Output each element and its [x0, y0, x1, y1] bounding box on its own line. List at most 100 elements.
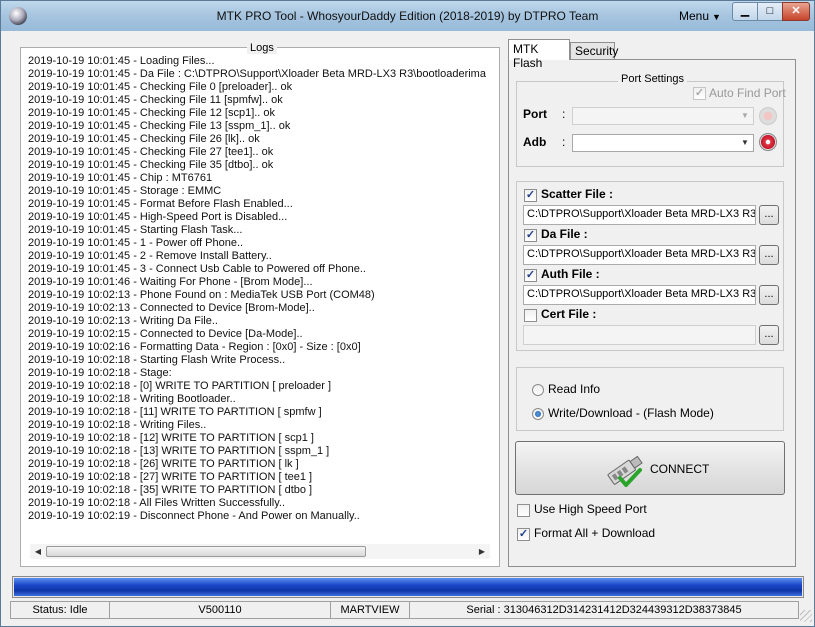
format-all-checkbox[interactable]: ✓	[517, 528, 530, 541]
serial-number: Serial : 313046312D314231412D324439312D3…	[409, 601, 799, 619]
log-line: 2019-10-19 10:02:15 - Connected to Devic…	[28, 328, 303, 340]
log-line: 2019-10-19 10:02:18 - [0] WRITE TO PARTI…	[28, 380, 332, 392]
device-name: MARTVIEW	[330, 601, 410, 619]
title-bar[interactable]: MTK PRO Tool - WhosyourDaddy Edition (20…	[1, 1, 814, 31]
port-label: Port	[523, 107, 547, 121]
log-line: 2019-10-19 10:01:45 - Chip : MT6761	[28, 172, 213, 184]
log-line: 2019-10-19 10:01:46 - Waiting For Phone …	[28, 276, 313, 288]
da-file-path[interactable]: C:\DTPRO\Support\Xloader Beta MRD-LX3 R3	[523, 245, 756, 265]
log-line: 2019-10-19 10:02:16 - Formatting Data - …	[28, 341, 361, 353]
da-browse-button[interactable]: ...	[759, 245, 779, 265]
scatter-file-checkbox[interactable]: ✓	[524, 189, 537, 202]
resize-grip-icon[interactable]	[800, 610, 812, 622]
auth-file-checkbox[interactable]: ✓	[524, 269, 537, 282]
log-line: 2019-10-19 10:02:13 - Phone Found on : M…	[28, 289, 375, 301]
logs-list[interactable]: 2019-10-19 10:01:45 - Loading Files... 20…	[28, 55, 490, 535]
scatter-browse-button[interactable]: ...	[759, 205, 779, 225]
log-line: 2019-10-19 10:02:18 - [27] WRITE TO PART…	[28, 471, 313, 483]
minimize-button[interactable]: ▁	[732, 2, 758, 21]
adb-select[interactable]: ▼	[572, 134, 754, 152]
scatter-file-path[interactable]: C:\DTPRO\Support\Xloader Beta MRD-LX3 R3	[523, 205, 756, 225]
log-line: 2019-10-19 10:01:45 - Format Before Flas…	[28, 198, 293, 210]
log-line: 2019-10-19 10:01:45 - Checking File 27 […	[28, 146, 274, 158]
log-line: 2019-10-19 10:01:45 - High-Speed Port is…	[28, 211, 288, 223]
read-info-radio[interactable]	[532, 384, 544, 396]
maximize-button[interactable]: □	[757, 2, 783, 21]
log-line: 2019-10-19 10:01:45 - Checking File 35 […	[28, 159, 274, 171]
high-speed-port-checkbox[interactable]	[517, 504, 530, 517]
scrollbar-thumb[interactable]	[46, 546, 366, 557]
usb-connect-icon	[607, 455, 643, 487]
da-file-label: Da File :	[541, 227, 588, 241]
connect-label: CONNECT	[650, 462, 710, 476]
scroll-right-icon[interactable]: ▶	[474, 544, 490, 559]
port-settings-legend: Port Settings	[618, 73, 687, 85]
log-line: 2019-10-19 10:02:18 - [35] WRITE TO PART…	[28, 484, 313, 496]
close-button[interactable]: ✕	[782, 2, 810, 21]
auth-file-label: Auth File :	[541, 267, 600, 281]
log-line: 2019-10-19 10:01:45 - Checking File 11 […	[28, 94, 283, 106]
format-all-label: Format All + Download	[534, 526, 656, 540]
write-download-radio[interactable]	[532, 408, 544, 420]
scatter-file-label: Scatter File :	[541, 187, 614, 201]
log-line: 2019-10-19 10:02:18 - [11] WRITE TO PART…	[28, 406, 322, 418]
tab-mtk-flash[interactable]: MTK Flash	[508, 39, 570, 70]
log-line: 2019-10-19 10:02:13 - Writing Da File..	[28, 315, 218, 327]
connect-button[interactable]: CONNECT	[515, 441, 785, 495]
log-line: 2019-10-19 10:02:18 - Starting Flash Wri…	[28, 354, 286, 366]
auth-file-path[interactable]: C:\DTPRO\Support\Xloader Beta MRD-LX3 R3	[523, 285, 756, 305]
version-text: V500110	[109, 601, 331, 619]
log-line: 2019-10-19 10:02:13 - Connected to Devic…	[28, 302, 315, 314]
menu-label: Menu	[679, 9, 710, 23]
log-line: 2019-10-19 10:01:45 - Storage : EMMC	[28, 185, 222, 197]
app-window: MTK PRO Tool - WhosyourDaddy Edition (20…	[0, 0, 815, 627]
adb-separator: :	[562, 135, 566, 149]
cert-browse-button[interactable]: ...	[759, 325, 779, 345]
write-download-label: Write/Download - (Flash Mode)	[548, 406, 714, 420]
log-line: 2019-10-19 10:01:45 - Checking File 26 […	[28, 133, 260, 145]
read-info-label: Read Info	[548, 382, 601, 396]
menu-button[interactable]: Menu ▼	[679, 9, 721, 23]
adb-label: Adb	[523, 135, 547, 149]
adb-refresh-button[interactable]	[759, 133, 777, 151]
auth-browse-button[interactable]: ...	[759, 285, 779, 305]
log-line: 2019-10-19 10:01:45 - Da File : C:\DTPRO…	[28, 68, 486, 80]
log-line: 2019-10-19 10:02:18 - Writing Bootloader…	[28, 393, 236, 405]
log-line: 2019-10-19 10:02:19 - Disconnect Phone -…	[28, 510, 360, 522]
mode-group	[516, 367, 784, 431]
cert-file-checkbox[interactable]	[524, 309, 537, 322]
auto-find-port-checkbox[interactable]: ✓	[693, 87, 706, 100]
log-line: 2019-10-19 10:01:45 - 2 - Remove Install…	[28, 250, 272, 262]
log-line: 2019-10-19 10:01:45 - Loading Files...	[28, 55, 215, 67]
port-refresh-button[interactable]	[759, 107, 777, 125]
cert-file-path[interactable]	[523, 325, 756, 345]
log-line: 2019-10-19 10:01:45 - Starting Flash Tas…	[28, 224, 243, 236]
high-speed-port-label: Use High Speed Port	[534, 502, 647, 516]
cert-file-label: Cert File :	[541, 307, 597, 321]
log-line: 2019-10-19 10:02:18 - Stage:	[28, 367, 172, 379]
log-line: 2019-10-19 10:02:18 - All Files Written …	[28, 497, 285, 509]
log-line: 2019-10-19 10:02:18 - Writing Files..	[28, 419, 207, 431]
port-separator: :	[562, 107, 566, 121]
log-line: 2019-10-19 10:01:45 - 1 - Power off Phon…	[28, 237, 244, 249]
log-line: 2019-10-19 10:02:18 - [26] WRITE TO PART…	[28, 458, 299, 470]
log-line: 2019-10-19 10:02:18 - [13] WRITE TO PART…	[28, 445, 330, 457]
chevron-down-icon: ▼	[712, 12, 721, 22]
log-line: 2019-10-19 10:01:45 - 3 - Connect Usb Ca…	[28, 263, 366, 275]
scroll-left-icon[interactable]: ◀	[30, 544, 46, 559]
tab-security[interactable]: Security	[570, 42, 618, 59]
logs-legend: Logs	[247, 42, 277, 54]
progress-fill	[14, 578, 802, 596]
log-line: 2019-10-19 10:01:45 - Checking File 13 […	[28, 120, 291, 132]
status-text: Status: Idle	[10, 601, 110, 619]
log-line: 2019-10-19 10:01:45 - Checking File 12 […	[28, 107, 276, 119]
chevron-down-icon: ▼	[741, 138, 749, 147]
progress-bar	[12, 576, 804, 598]
log-line: 2019-10-19 10:02:18 - [12] WRITE TO PART…	[28, 432, 314, 444]
auto-find-port-label: Auto Find Port	[709, 86, 786, 100]
chevron-down-icon: ▼	[741, 111, 749, 120]
da-file-checkbox[interactable]: ✓	[524, 229, 537, 242]
port-select[interactable]: ▼	[572, 107, 754, 125]
logs-panel: 2019-10-19 10:01:45 - Loading Files... 20…	[20, 47, 500, 567]
logs-horizontal-scrollbar[interactable]: ◀ ▶	[30, 544, 490, 559]
